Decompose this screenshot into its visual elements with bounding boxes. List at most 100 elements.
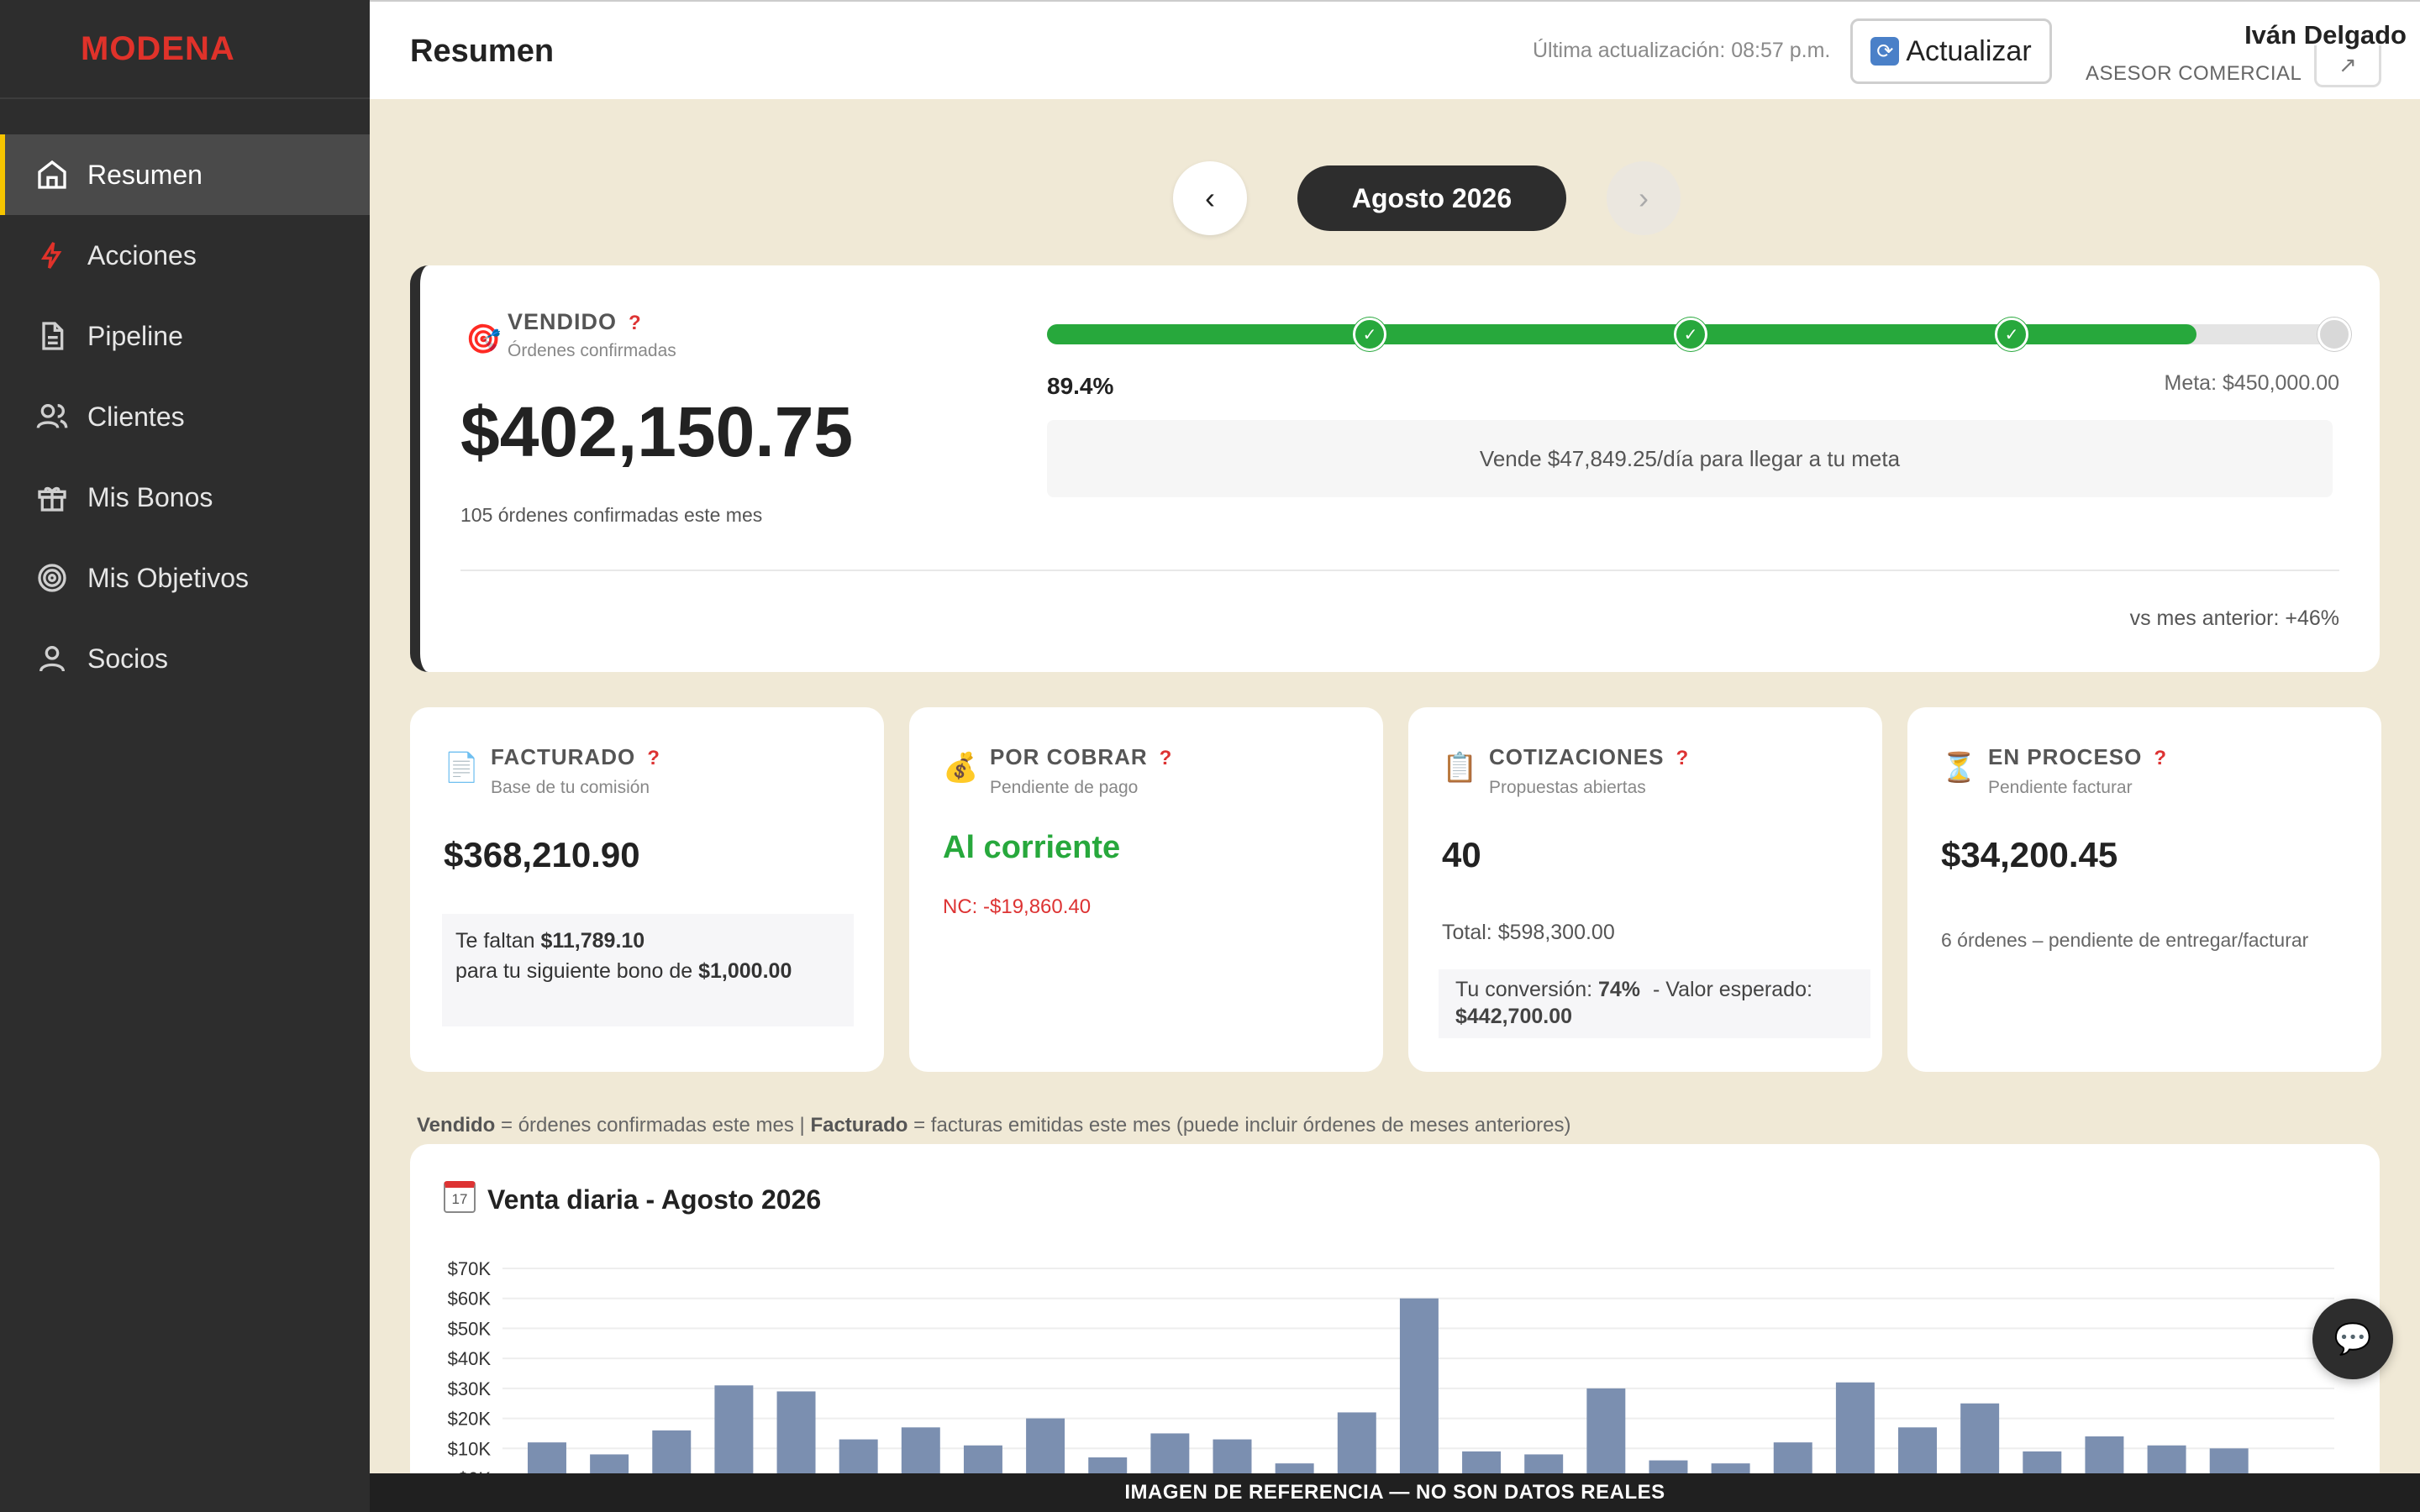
- logout-icon: ↗: [2338, 52, 2357, 77]
- help-icon[interactable]: ?: [647, 747, 660, 769]
- reference-footer: IMAGEN DE REFERENCIA — NO SON DATOS REAL…: [370, 1473, 2420, 1512]
- por-cobrar-title: POR COBRAR?: [990, 744, 1172, 770]
- por-cobrar-card: 💰 POR COBRAR? Pendiente de pago Al corri…: [909, 707, 1383, 1072]
- chart-bar[interactable]: [714, 1385, 754, 1478]
- legend-vendido-term: Vendido: [417, 1114, 496, 1137]
- invoice-icon: 📄: [444, 752, 480, 784]
- vendido-amount: $402,150.75: [460, 392, 854, 471]
- sidebar-item-label: Acciones: [87, 239, 197, 270]
- user-role: ASESOR COMERCIAL: [2086, 62, 2302, 85]
- target-dart-icon: 🎯: [466, 323, 502, 355]
- chart-bar[interactable]: [1337, 1412, 1376, 1478]
- help-icon[interactable]: ?: [1160, 747, 1173, 769]
- milestone-check-icon: ✓: [1353, 318, 1386, 351]
- chevron-right-icon: ›: [1639, 181, 1649, 215]
- sidebar-item-acciones[interactable]: Acciones: [0, 215, 370, 296]
- por-cobrar-status: Al corriente: [943, 830, 1121, 865]
- en-proceso-title: EN PROCESO?: [1988, 744, 2167, 770]
- cotizaciones-card: 📋 COTIZACIONES? Propuestas abiertas 40 T…: [1408, 707, 1882, 1072]
- daily-needed-box: Vende $47,849.25/día para llegar a tu me…: [1047, 420, 2333, 497]
- conversion-box: Tu conversión: 74% - Valor esperado: $44…: [1439, 969, 1870, 1038]
- chart-bar[interactable]: [1898, 1427, 1937, 1478]
- next-month-button[interactable]: ›: [1607, 161, 1681, 235]
- y-tick-label: $20K: [448, 1409, 492, 1430]
- bonus-progress-box: Te faltan $11,789.10 para tu siguiente b…: [442, 914, 854, 1026]
- sidebar-item-resumen[interactable]: Resumen: [0, 134, 370, 215]
- sidebar-item-label: Mis Bonos: [87, 481, 213, 512]
- cotizaciones-total: Total: $598,300.00: [1442, 921, 1615, 944]
- refresh-label: Actualizar: [1906, 34, 2032, 67]
- chart-bar[interactable]: [1026, 1418, 1065, 1478]
- facturado-card: 📄 FACTURADO? Base de tu comisión $368,21…: [410, 707, 884, 1072]
- chart-bar[interactable]: [776, 1391, 816, 1478]
- chart-bar[interactable]: [1399, 1298, 1439, 1478]
- progress-percent: 89.4%: [1047, 373, 1114, 399]
- milestone-check-icon: ✓: [1674, 318, 1707, 351]
- y-tick-label: $70K: [448, 1258, 492, 1279]
- help-icon[interactable]: ?: [2154, 747, 2167, 769]
- cotizaciones-title: COTIZACIONES?: [1489, 744, 1689, 770]
- facturado-title: FACTURADO?: [491, 744, 660, 770]
- legend-facturado-def: = facturas emitidas este mes (puede incl…: [913, 1114, 1571, 1137]
- prev-month-button[interactable]: ‹: [1173, 161, 1247, 235]
- last-update-text: Última actualización: 08:57 p.m.: [1533, 39, 1831, 62]
- chart-bar[interactable]: [1835, 1382, 1875, 1478]
- sidebar-item-pipeline[interactable]: Pipeline: [0, 296, 370, 376]
- top-header: Resumen Última actualización: 08:57 p.m.…: [370, 0, 2420, 99]
- sidebar-item-label: Socios: [87, 643, 169, 674]
- money-bag-icon: 💰: [943, 752, 979, 784]
- cotizaciones-subtitle: Propuestas abiertas: [1489, 778, 1646, 797]
- sidebar-item-label: Resumen: [87, 159, 203, 190]
- en-proceso-title-text: EN PROCESO: [1988, 744, 2143, 769]
- por-cobrar-subtitle: Pendiente de pago: [990, 778, 1139, 797]
- y-tick-label: $30K: [448, 1378, 492, 1399]
- divider: [460, 570, 2339, 571]
- milestone-goal-icon: [2317, 318, 2351, 351]
- help-icon[interactable]: ?: [629, 312, 642, 334]
- bonus-line-2: para tu siguiente bono de $1,000.00: [455, 956, 840, 986]
- help-icon[interactable]: ?: [1676, 747, 1689, 769]
- logout-button[interactable]: ↗: [2314, 45, 2381, 87]
- refresh-button[interactable]: ⟳ Actualizar: [1850, 18, 2052, 84]
- chart-bar[interactable]: [1960, 1403, 2000, 1478]
- chat-icon: 💬: [2333, 1321, 2372, 1356]
- vs-previous-month: vs mes anterior: +46%: [2129, 606, 2339, 630]
- y-tick-label: $40K: [448, 1348, 492, 1369]
- en-proceso-note: 6 órdenes – pendiente de entregar/factur…: [1941, 929, 2309, 951]
- sidebar-item-clientes[interactable]: Clientes: [0, 376, 370, 457]
- chat-button[interactable]: 💬: [2312, 1299, 2393, 1379]
- user-icon: [34, 640, 71, 677]
- bonus-prefix: Te faltan: [455, 929, 535, 953]
- cotizaciones-title-text: COTIZACIONES: [1489, 744, 1665, 769]
- chart-bar[interactable]: [1150, 1433, 1190, 1478]
- sidebar-item-socios[interactable]: Socios: [0, 618, 370, 699]
- sidebar-item-label: Pipeline: [87, 320, 183, 351]
- chart-bar[interactable]: [652, 1430, 692, 1478]
- sidebar-item-mis-bonos[interactable]: Mis Bonos: [0, 457, 370, 538]
- credit-note-amount: NC: -$19,860.40: [943, 895, 1092, 918]
- bonus-value: $1,000.00: [698, 959, 792, 983]
- logo: MODENA: [81, 29, 235, 67]
- legend-vendido-def: = órdenes confirmadas este mes |: [501, 1114, 805, 1137]
- conversion-value: 74%: [1598, 978, 1641, 1001]
- sidebar-item-mis-objetivos[interactable]: Mis Objetivos: [0, 538, 370, 618]
- current-month: Agosto 2026: [1297, 165, 1566, 231]
- legend-facturado-term: Facturado: [810, 1114, 908, 1137]
- chevron-left-icon: ‹: [1205, 181, 1215, 215]
- page-title: Resumen: [410, 34, 555, 69]
- logo-area: MODENA: [0, 0, 370, 99]
- users-icon: [34, 398, 71, 435]
- facturado-subtitle: Base de tu comisión: [491, 778, 650, 797]
- sidebar-nav: Resumen Acciones Pipeline Clientes Mis B…: [0, 134, 370, 699]
- chart-bar[interactable]: [2085, 1436, 2124, 1478]
- milestone-check-icon: ✓: [1995, 318, 2028, 351]
- hourglass-icon: ⏳: [1941, 752, 1977, 784]
- y-tick-label: $50K: [448, 1318, 492, 1339]
- chart-bar[interactable]: [901, 1427, 940, 1478]
- facturado-title-text: FACTURADO: [491, 744, 636, 769]
- facturado-amount: $368,210.90: [444, 835, 640, 874]
- expected-prefix: - Valor esperado:: [1653, 978, 1812, 1001]
- chart-bar[interactable]: [1586, 1388, 1626, 1478]
- bolt-icon: [34, 237, 71, 274]
- en-proceso-card: ⏳ EN PROCESO? Pendiente facturar $34,200…: [1907, 707, 2381, 1072]
